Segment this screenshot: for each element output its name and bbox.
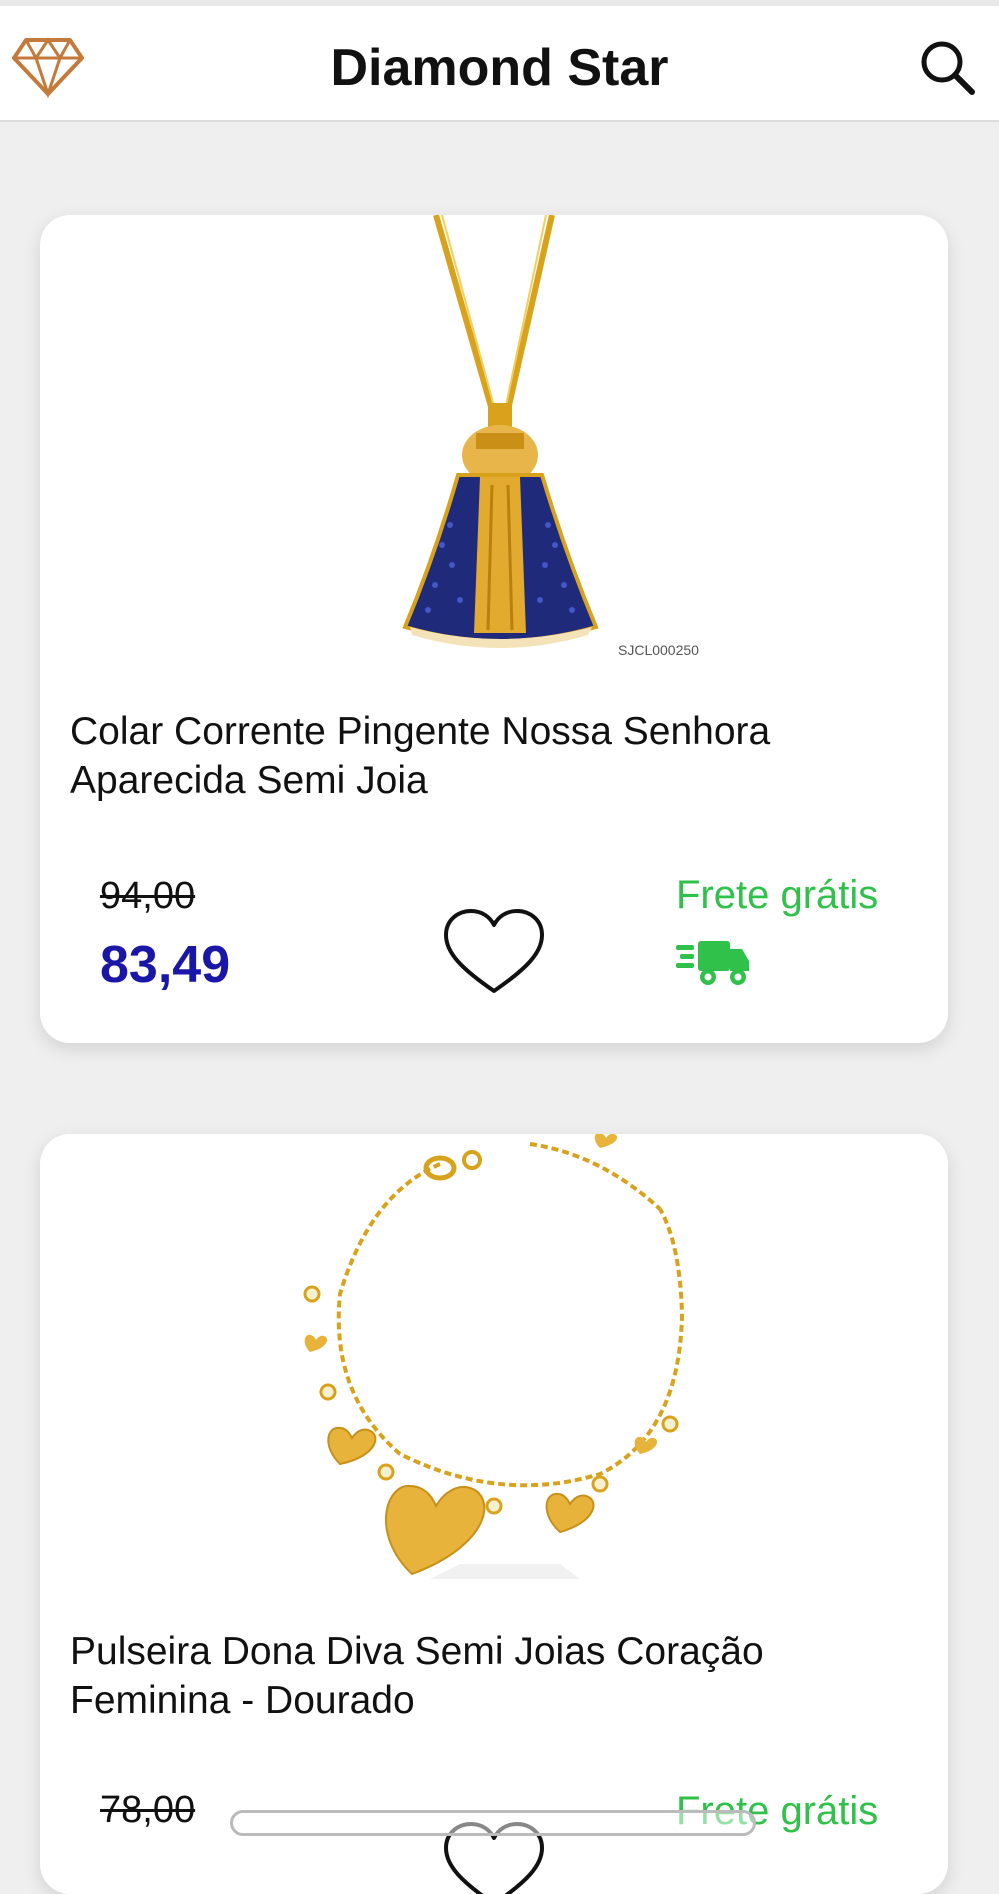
current-price: 83,49 [100,936,231,994]
heart-outline-icon[interactable] [442,907,546,997]
product-title[interactable]: Pulseira Dona Diva Semi Joias Coração Fe… [70,1627,918,1725]
necklace-product-image[interactable] [40,215,948,660]
product-sku-label: SJCL000250 [618,642,699,658]
free-shipping-label: Frete grátis [676,873,879,917]
search-icon[interactable] [918,38,978,98]
old-price: 94,00 [100,875,196,917]
product-card[interactable]: SJCL000250 Colar Corrente Pingente Nossa… [40,215,948,1043]
product-card[interactable]: Pulseira Dona Diva Semi Joias Coração Fe… [40,1134,948,1894]
app-header: Diamond Star [0,6,999,122]
truck-fast-icon [676,941,749,985]
product-title[interactable]: Colar Corrente Pingente Nossa Senhora Ap… [70,707,918,805]
bracelet-product-image[interactable] [40,1134,948,1579]
horizontal-scroll-indicator[interactable] [230,1810,756,1836]
app-title: Diamond Star [330,39,669,97]
old-price: 78,00 [100,1789,196,1831]
